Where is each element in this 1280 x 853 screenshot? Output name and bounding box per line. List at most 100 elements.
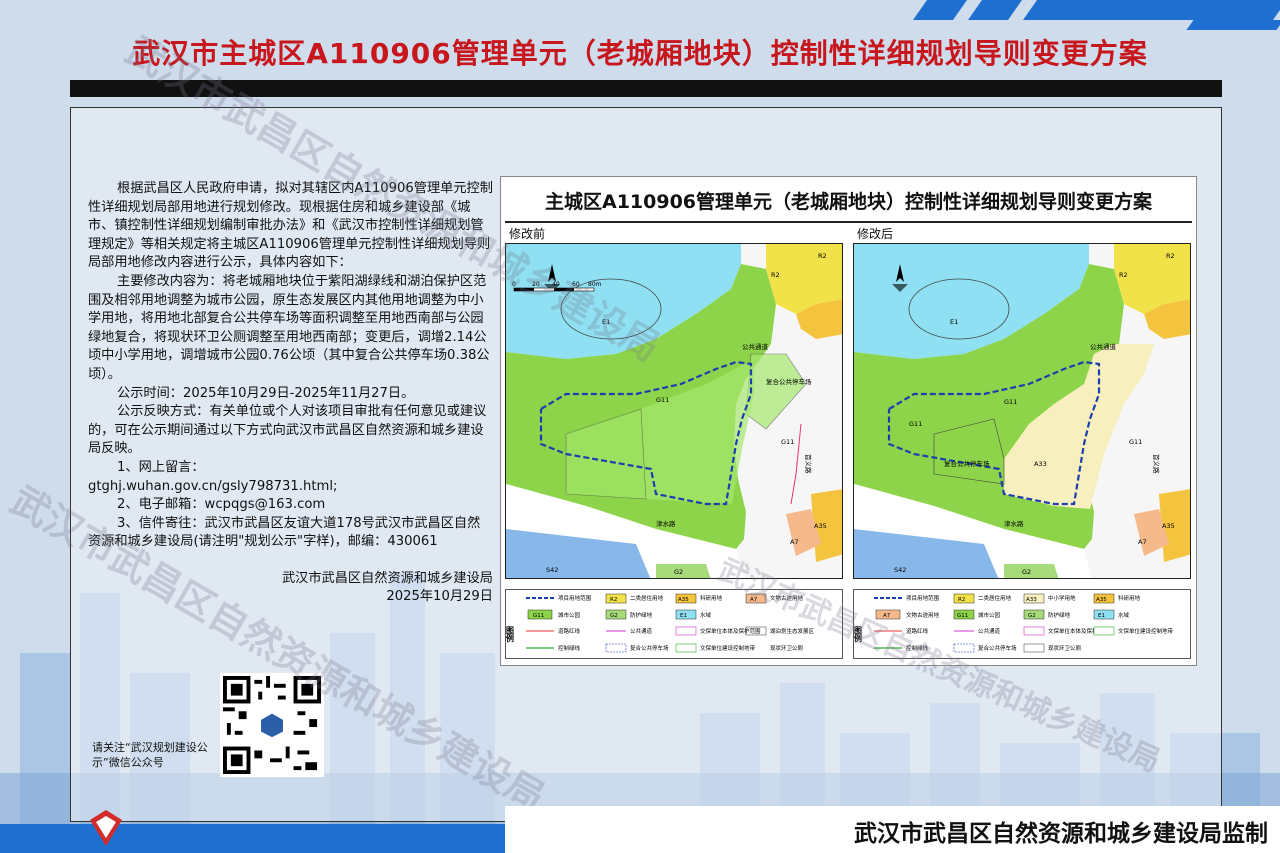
planning-map-panel: 主城区A110906管理单元（老城厢地块）控制性详细规划导则变更方案 修改前 修… <box>500 176 1197 666</box>
landuse-label: A7 <box>790 538 799 546</box>
scale-tick: 40 <box>552 281 560 288</box>
legend-item: G11 <box>533 613 544 619</box>
legend-item: 现状环卫公厕 <box>770 644 804 652</box>
signature-date: 2025年10月29日 <box>386 589 493 605</box>
notice-text: 根据武昌区人民政府申请，拟对其辖区内A110906管理单元控制性详细规划局部用地… <box>88 180 493 607</box>
notice-paragraph: 公示时间：2025年10月29日-2025年11月27日。 <box>117 385 415 401</box>
legend-item: 控制绿线 <box>906 644 929 652</box>
legend-before: 图例 项目用地范围 R2 二类居住用地 A35 科研用地 A7 文物古迹用地 G… <box>505 589 843 659</box>
landuse-label: 复合公共停车场 <box>766 377 812 386</box>
legend-item: 水域 <box>1118 611 1130 619</box>
legend-item: 公共通道 <box>630 627 653 635</box>
notice-paragraph: 根据武昌区人民政府申请，拟对其辖区内A110906管理单元控制性详细规划局部用地… <box>88 181 493 271</box>
landuse-label: G2 <box>1022 568 1031 576</box>
landuse-label: G11 <box>1129 438 1142 446</box>
landuse-label: R2 <box>1119 271 1128 279</box>
landuse-label: E1 <box>602 318 610 326</box>
road-label: 津水路 <box>656 519 676 528</box>
legend-item: R2 <box>610 597 617 603</box>
landuse-label: R2 <box>771 271 780 279</box>
legend-title: 图例 <box>506 626 515 643</box>
legend-item: 中小学用地 <box>1048 594 1076 602</box>
legend-item: A35 <box>678 597 689 603</box>
legend-item: 现状环卫公厕 <box>1048 644 1082 652</box>
landuse-label: S42 <box>546 566 558 574</box>
title-divider-bar <box>70 80 1222 97</box>
signature-org: 武汉市武昌区自然资源和城乡建设局 <box>282 570 493 586</box>
legend-item: 复合公共停车场 <box>978 644 1017 652</box>
before-label: 修改前 <box>509 227 546 241</box>
landuse-label: G11 <box>656 396 669 404</box>
landuse-label: A35 <box>1162 522 1175 530</box>
wechat-qr-code[interactable] <box>220 673 324 777</box>
legend-item: 公共通道 <box>978 627 1001 635</box>
legend-after: 图例 项目用地范围 R2 二类居住用地 A33 中小学用地 A35 科研用地 A… <box>853 589 1191 659</box>
landuse-label: G2 <box>674 568 683 576</box>
legend-item: 二类居住用地 <box>978 594 1012 602</box>
landuse-label: E1 <box>950 318 958 326</box>
plan-title-rule <box>505 221 1192 223</box>
legend-item: 二类居住用地 <box>630 594 664 602</box>
road-label: 首义路 <box>804 454 813 474</box>
page-title: 武汉市主城区A110906管理单元（老城厢地块）控制性详细规划导则变更方案 <box>132 37 1148 70</box>
landuse-label: 公共通道 <box>742 342 769 351</box>
footer-bar: 武汉市武昌区自然资源和城乡建设局监制 <box>505 806 1280 853</box>
legend-item: 交保单位本体及保护范围 <box>700 627 761 635</box>
legend-item: 城市公园 <box>978 611 1001 619</box>
legend-item: 城市公园 <box>558 611 581 619</box>
notice-link[interactable]: gtghj.wuhan.gov.cn/gsly798731.html; <box>88 478 493 497</box>
landuse-label: R2 <box>1166 252 1175 260</box>
legend-item: 湖泊划生态发展区 <box>770 627 815 635</box>
legend-item: 项目用地范围 <box>906 594 940 602</box>
legend-title: 图例 <box>854 626 863 643</box>
legend-item: G2 <box>1028 613 1036 619</box>
notice-paragraph: 公示反映方式：有关单位或个人对该项目审批有任何意见或建议的，可在公示期间通过以下… <box>88 404 487 457</box>
legend-item: 科研用地 <box>700 594 723 602</box>
legend-item: 项目用地范围 <box>558 594 592 602</box>
landuse-label: 复合公共停车场 <box>944 459 990 468</box>
notice-paragraph: 2、电子邮箱：wcpqgs@163.com <box>117 497 326 513</box>
landuse-label: S42 <box>894 566 906 574</box>
landuse-label: G11 <box>909 420 922 428</box>
legend-item: A7 <box>883 613 891 619</box>
landuse-label: A33 <box>1034 460 1047 468</box>
qr-icon <box>223 676 321 774</box>
legend-item: A7 <box>750 597 758 603</box>
legend-item: 道路红线 <box>906 627 929 635</box>
notice-paragraph: 3、信件寄往：武汉市武昌区友谊大道178号武汉市武昌区自然资源和城乡建设局(请注… <box>88 515 481 550</box>
landuse-label: 公共通道 <box>1090 342 1117 351</box>
road-label: 津水路 <box>1004 519 1024 528</box>
map-before: 0 20 40 60 80m R2 R2 E1 公共通道 复合公共停车场 G11… <box>505 243 843 579</box>
legend-item: 文保单位建设控制地带 <box>700 644 756 652</box>
legend-item: E1 <box>680 613 687 619</box>
notice-paragraph: 1、网上留言： <box>117 459 205 475</box>
scale-tick: 80m <box>588 281 602 288</box>
road-label: 首义路 <box>1152 454 1161 474</box>
landuse-label: G11 <box>781 438 794 446</box>
legend-item: 文物古迹用地 <box>770 594 804 602</box>
legend-item: 控制绿线 <box>558 644 581 652</box>
qr-caption: 请关注“武汉规划建设公示”微信公众号 <box>92 741 208 769</box>
legend-item: A35 <box>1096 597 1107 603</box>
landuse-label: A7 <box>1138 538 1147 546</box>
scale-tick: 60 <box>572 281 580 288</box>
legend-item: 科研用地 <box>1118 594 1141 602</box>
legend-item: 复合公共停车场 <box>630 644 669 652</box>
landuse-label: A35 <box>814 522 827 530</box>
legend-item: G2 <box>610 613 618 619</box>
emblem-icon <box>90 810 122 846</box>
map-after: R2 R2 E1 公共通道 G11 G11 G11 复合公共停车场 A33 A3… <box>853 243 1191 579</box>
legend-item: 文保单位建设控制地带 <box>1118 627 1174 635</box>
legend-item: A33 <box>1026 597 1037 603</box>
legend-item: 道路红线 <box>558 627 581 635</box>
legend-item: R2 <box>958 597 965 603</box>
after-label: 修改后 <box>857 227 894 241</box>
footer-credit: 武汉市武昌区自然资源和城乡建设局监制 <box>854 821 1268 847</box>
legend-item: 防护绿地 <box>630 611 653 619</box>
landuse-label: G11 <box>1004 398 1017 406</box>
scale-tick: 0 <box>512 281 516 288</box>
legend-item: E1 <box>1098 613 1105 619</box>
scale-tick: 20 <box>532 281 540 288</box>
notice-paragraph: 主要修改内容为：将老城厢地块位于紫阳湖绿线和湖泊保护区范围及相邻用地调整为城市公… <box>88 273 490 382</box>
footer-accent-bar <box>0 824 505 853</box>
